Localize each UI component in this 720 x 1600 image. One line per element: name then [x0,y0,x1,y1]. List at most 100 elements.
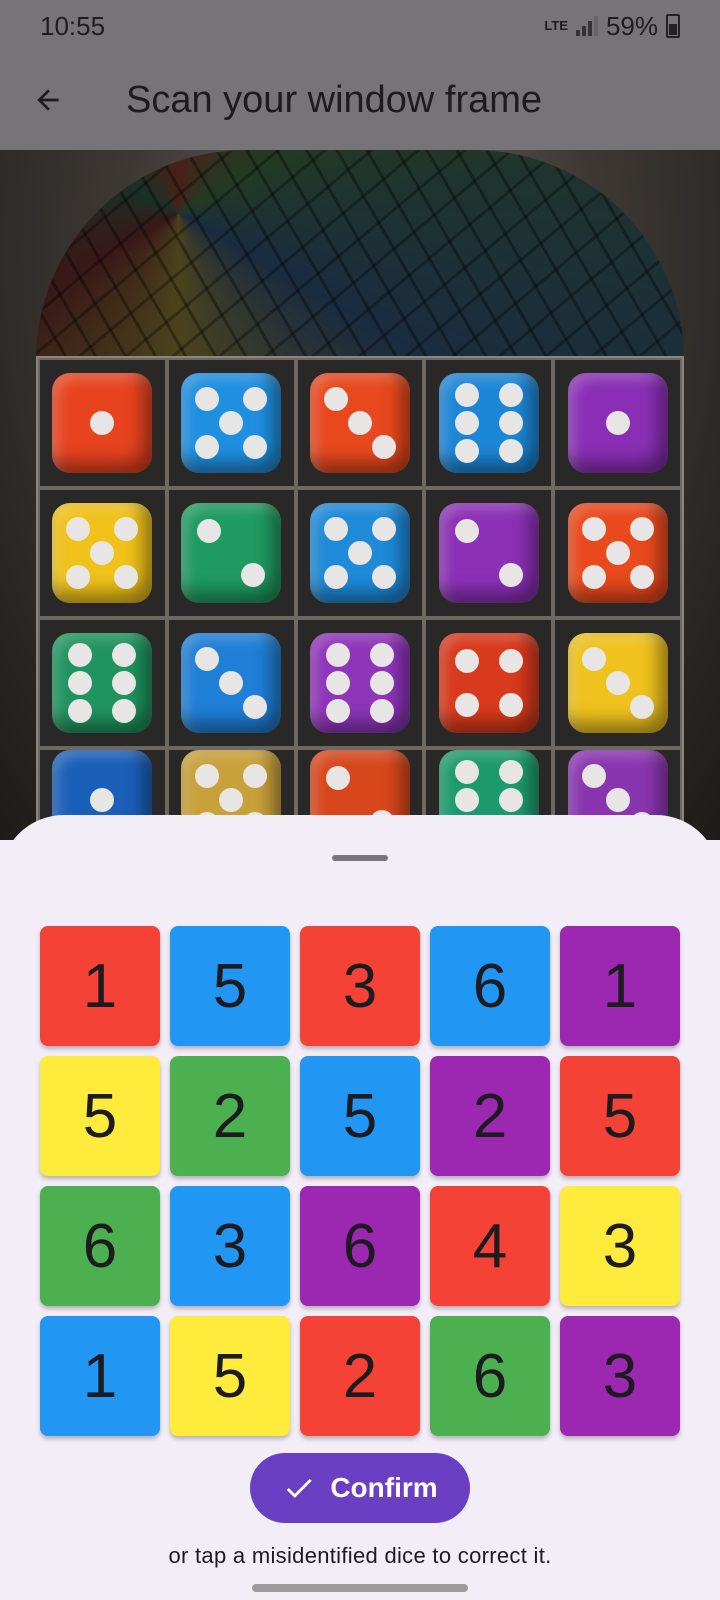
die-pip [112,671,137,695]
die-pip [605,411,630,435]
gesture-nav-bar[interactable] [252,1584,468,1592]
dice-tile[interactable]: 3 [300,926,420,1046]
die-pip [66,565,91,589]
camera-die [438,633,539,733]
die-pip [195,387,220,411]
dice-tile[interactable]: 5 [170,926,290,1046]
die-pip [498,788,523,812]
die-pip [498,563,523,587]
die-pip [371,517,396,541]
dice-tile[interactable]: 5 [170,1316,290,1436]
die-pip [347,541,372,565]
die-pip [605,788,630,812]
dice-tile[interactable]: 3 [560,1316,680,1436]
dice-tile[interactable]: 1 [560,926,680,1046]
camera-cell [295,488,425,618]
correction-hint: or tap a misidentified dice to correct i… [168,1543,552,1568]
camera-cell [295,618,425,748]
camera-cell [424,618,554,748]
die-pip [498,439,523,463]
bottom-sheet: 15361525256364315263 Confirm or tap a mi… [0,815,720,1600]
stained-glass-window [36,150,684,360]
die-pip [371,435,396,459]
die-pip [243,764,268,788]
camera-cell [553,358,682,488]
die-pip [325,671,350,695]
dice-tile[interactable]: 2 [300,1316,420,1436]
camera-die [567,633,668,733]
die-pip [498,760,523,784]
die-pip [581,764,606,788]
die-pip [112,699,137,723]
die-pip [323,387,348,411]
die-pip [219,671,244,695]
dice-tile[interactable]: 2 [170,1056,290,1176]
die-pip [219,788,244,812]
die-pip [112,643,137,667]
scanned-window-frame [36,356,684,840]
dice-grid: 15361525256364315263 [40,926,680,1436]
camera-die [52,503,153,603]
die-pip [90,411,115,435]
camera-die [309,373,410,473]
die-pip [68,643,93,667]
drag-handle[interactable] [332,855,388,861]
dice-tile[interactable]: 6 [300,1186,420,1306]
signal-icon [575,16,598,36]
dice-tile[interactable]: 5 [300,1056,420,1176]
dice-tile[interactable]: 5 [560,1056,680,1176]
dice-tile[interactable]: 3 [170,1186,290,1306]
dice-tile[interactable]: 2 [430,1056,550,1176]
lte-icon: LTE [544,18,568,33]
camera-cell [166,358,296,488]
die-pip [605,671,630,695]
die-pip [114,517,139,541]
die-pip [498,411,523,435]
camera-cell [553,618,682,748]
camera-cell [38,488,167,618]
check-icon [287,1478,313,1498]
dice-tile[interactable]: 6 [430,1316,550,1436]
camera-die [309,633,410,733]
die-pip [90,541,115,565]
camera-cell [424,488,554,618]
dice-tile[interactable]: 6 [40,1186,160,1306]
camera-die [181,503,282,603]
camera-die [52,633,153,733]
camera-die [438,503,539,603]
die-pip [68,699,93,723]
die-pip [325,643,350,667]
camera-cell [38,358,167,488]
die-pip [454,411,479,435]
camera-cell [553,488,682,618]
dice-tile[interactable]: 1 [40,926,160,1046]
back-button[interactable] [0,52,96,148]
camera-cell [424,358,554,488]
camera-die [52,373,153,473]
dice-tile[interactable]: 6 [430,926,550,1046]
dice-tile[interactable]: 5 [40,1056,160,1176]
die-pip [68,671,93,695]
die-pip [195,435,220,459]
die-pip [454,788,479,812]
die-pip [581,565,606,589]
die-pip [243,435,268,459]
dice-tile[interactable]: 3 [560,1186,680,1306]
die-pip [243,695,268,719]
die-pip [219,411,244,435]
die-pip [369,643,394,667]
confirm-label: Confirm [330,1472,438,1503]
camera-die [567,373,668,473]
die-pip [629,517,654,541]
die-pip [454,383,479,407]
die-pip [454,649,479,673]
die-pip [454,760,479,784]
camera-cell [166,488,296,618]
confirm-button[interactable]: Confirm [250,1453,470,1523]
dice-tile[interactable]: 4 [430,1186,550,1306]
dice-tile[interactable]: 1 [40,1316,160,1436]
die-pip [66,517,91,541]
camera-cell [166,618,296,748]
camera-cell [38,618,167,748]
die-pip [369,671,394,695]
